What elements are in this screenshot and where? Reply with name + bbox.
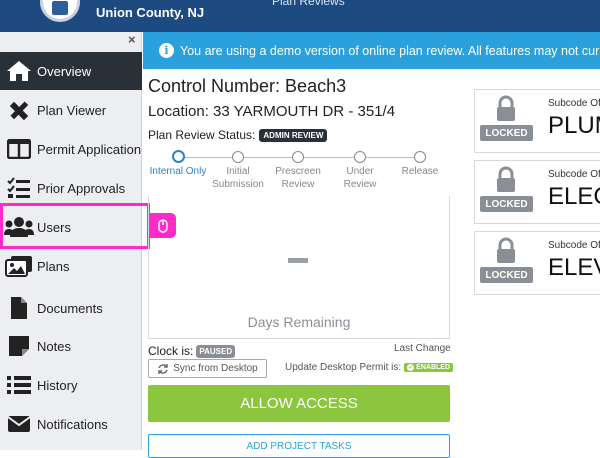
- status-badge: ADMIN REVIEW: [259, 128, 328, 142]
- county-name: Union County, NJ: [96, 5, 205, 20]
- sidebar-item-label: Permit Application: [37, 141, 142, 157]
- locked-badge: LOCKED: [480, 267, 533, 283]
- progress-steps: Internal Only Initial Submission Prescre…: [148, 150, 450, 195]
- sidebar-item-label: Plans: [37, 258, 70, 274]
- envelope-icon: [4, 411, 34, 437]
- days-remaining-label: Days Remaining: [247, 314, 351, 330]
- subcode-name: ELECTRICAL: [548, 183, 600, 210]
- sidebar-item-label: Plan Viewer: [37, 102, 107, 118]
- images-icon: [4, 253, 34, 279]
- enabled-text: ENABLED: [416, 364, 451, 371]
- file-icon: [4, 295, 34, 321]
- demo-banner: i You are using a demo version of online…: [143, 32, 600, 69]
- app-header: Union County, NJ Plan Reviews: [0, 0, 600, 32]
- sidebar-item-plan-viewer[interactable]: Plan Viewer: [0, 91, 142, 129]
- location: Location: 33 YARMOUTH DR - 351/4: [148, 103, 396, 120]
- sidebar-item-prior-approvals[interactable]: Prior Approvals: [0, 169, 142, 207]
- step-dot: [354, 151, 366, 163]
- review-status: Plan Review Status: ADMIN REVIEW: [148, 128, 328, 142]
- step-initial-submission: Initial Submission: [208, 150, 268, 191]
- subcode-name: ELEVATOR: [548, 254, 600, 281]
- step-label: Release: [401, 166, 439, 177]
- sidebar-item-label: Notes: [37, 338, 71, 354]
- step-dot: [232, 151, 244, 163]
- note-icon: [4, 333, 34, 359]
- step-prescreen-review: Prescreen Review: [268, 150, 328, 191]
- sidebar-item-history[interactable]: History: [0, 366, 142, 404]
- update-label: Update Desktop Permit is:: [285, 362, 402, 373]
- sidebar-close-icon[interactable]: ×: [128, 32, 136, 47]
- subcode-card-plumbing[interactable]: LOCKED Subcode Official PLUMBING: [474, 89, 600, 153]
- subcode-title: Subcode Official: [548, 169, 600, 180]
- sidebar-item-label: Notifications: [37, 416, 108, 432]
- step-release: Release: [390, 150, 450, 178]
- step-label: Under Review: [343, 166, 377, 190]
- step-dot: [414, 151, 426, 163]
- check-icon: ✓: [407, 364, 415, 371]
- list-icon: [4, 372, 34, 398]
- step-dot: [292, 151, 304, 163]
- step-label: Initial Submission: [212, 166, 264, 190]
- info-icon: i: [159, 43, 174, 58]
- users-highlight-frame: [0, 203, 150, 249]
- step-internal-only: Internal Only: [148, 150, 208, 178]
- lock-block: LOCKED: [480, 237, 533, 289]
- status-label: Plan Review Status:: [148, 128, 256, 142]
- sidebar-item-label: Prior Approvals: [37, 180, 126, 196]
- county-seal-logo: [40, 0, 80, 22]
- clock-status: Clock is: PAUSED: [148, 344, 236, 358]
- subcode-title: Subcode Official: [548, 98, 600, 109]
- sidebar-item-plans[interactable]: Plans: [0, 247, 142, 285]
- lock-icon: [497, 237, 515, 263]
- sync-from-desktop-button[interactable]: Sync from Desktop: [148, 359, 267, 378]
- enabled-badge: ✓ ENABLED: [404, 363, 454, 372]
- sidebar-item-notes[interactable]: Notes: [0, 327, 142, 365]
- add-project-tasks-button[interactable]: ADD PROJECT TASKS: [148, 434, 450, 458]
- sidebar-item-label: History: [37, 377, 78, 393]
- lock-block: LOCKED: [480, 166, 533, 218]
- step-under-review: Under Review: [330, 150, 390, 191]
- subcode-title: Subcode Official: [548, 240, 600, 251]
- lock-block: LOCKED: [480, 95, 533, 147]
- locked-badge: LOCKED: [480, 125, 533, 141]
- step-label: Internal Only: [149, 166, 207, 177]
- refresh-icon: [158, 363, 168, 374]
- clock-badge: PAUSED: [196, 344, 236, 358]
- control-number: Control Number: Beach3: [148, 76, 347, 96]
- header-title: Plan Reviews: [272, 0, 345, 8]
- step-dot: [171, 150, 185, 163]
- pencil-ruler-icon: [4, 97, 34, 123]
- days-remaining-panel: Days Remaining: [148, 196, 450, 339]
- update-desktop-permit: Update Desktop Permit is: ✓ ENABLED: [285, 362, 454, 373]
- sidebar-item-documents[interactable]: Documents: [0, 289, 142, 327]
- last-change-label: Last Change: [394, 343, 451, 354]
- subcode-name: PLUMBING: [548, 112, 600, 139]
- lock-icon: [497, 166, 515, 192]
- sidebar-item-overview[interactable]: Overview: [0, 52, 142, 90]
- days-remaining-value: [288, 258, 308, 263]
- columns-icon: [4, 136, 34, 162]
- subcode-card-electrical[interactable]: LOCKED Subcode Official ELECTRICAL: [474, 160, 600, 224]
- sync-label: Sync from Desktop: [173, 363, 258, 374]
- checklist-icon: [4, 175, 34, 201]
- allow-access-button[interactable]: ALLOW ACCESS: [148, 385, 450, 422]
- clock-label: Clock is:: [148, 344, 194, 358]
- sidebar-item-label: Documents: [37, 300, 103, 316]
- lock-icon: [497, 95, 515, 121]
- locked-badge: LOCKED: [480, 196, 533, 212]
- sidebar-item-permit-application[interactable]: Permit Application: [0, 130, 142, 168]
- step-label: Prescreen Review: [275, 166, 321, 190]
- subcode-card-elevator[interactable]: LOCKED Subcode Official ELEVATOR: [474, 231, 600, 295]
- sidebar-item-label: Overview: [37, 63, 92, 79]
- sidebar-item-notifications[interactable]: Notifications: [0, 405, 142, 443]
- home-icon: [4, 58, 34, 84]
- banner-text: You are using a demo version of online p…: [180, 43, 600, 58]
